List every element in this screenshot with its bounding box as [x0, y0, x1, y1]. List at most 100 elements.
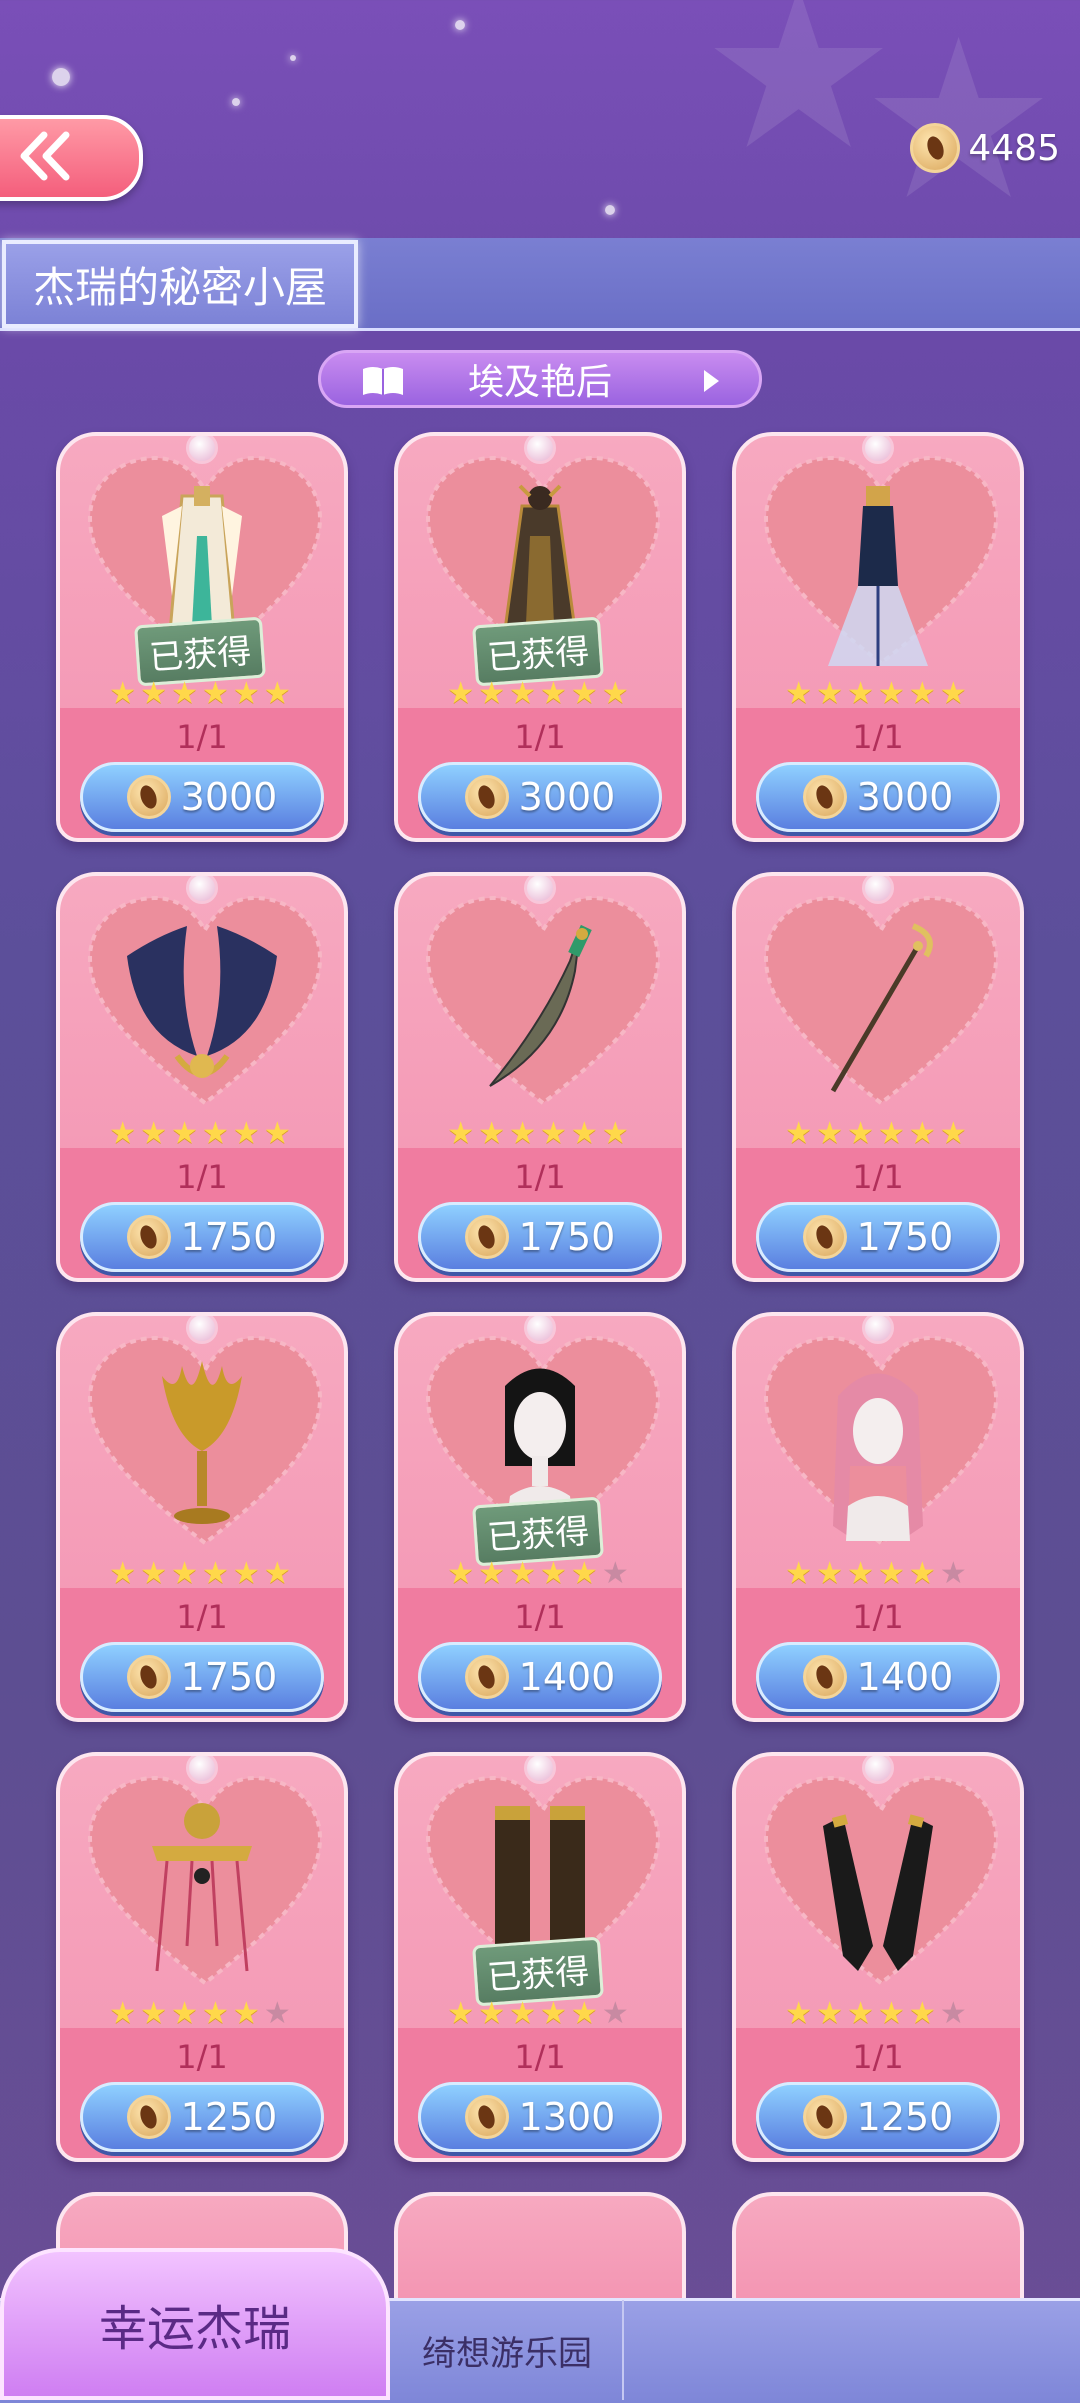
coin-icon — [802, 1215, 847, 1259]
star-filled-icon: ★ — [939, 676, 971, 711]
star-filled-icon: ★ — [878, 676, 909, 711]
star-filled-icon: ★ — [263, 1116, 295, 1151]
shop-item-card[interactable]: 已获得 ★★★★★★ 1/1 1300 — [394, 1752, 686, 2162]
buy-button[interactable]: 1750 — [80, 1642, 324, 1712]
coin-icon — [802, 1655, 847, 1699]
star-filled-icon: ★ — [785, 676, 817, 711]
tab-fantasy-park[interactable]: 绮想游乐园 — [392, 2300, 624, 2400]
wings-icon — [117, 916, 287, 1110]
star-rating: ★★★★★★ — [60, 1116, 344, 1151]
quantity-label: 1/1 — [176, 718, 228, 756]
shop-item-card[interactable]: ★★★★★★ 1/1 1250 — [732, 1752, 1024, 2162]
sparkle-decoration — [605, 205, 615, 215]
star-filled-icon: ★ — [570, 676, 602, 711]
goblet-icon — [147, 1356, 257, 1550]
star-filled-icon: ★ — [171, 676, 202, 711]
star-filled-icon: ★ — [847, 1996, 878, 2031]
coin-icon — [910, 123, 961, 173]
star-filled-icon: ★ — [171, 1996, 202, 2031]
book-icon — [363, 367, 403, 395]
star-filled-icon: ★ — [847, 1116, 878, 1151]
scimitar-icon — [470, 916, 610, 1110]
star-filled-icon: ★ — [540, 1556, 571, 1591]
quantity-label: 1/1 — [852, 2038, 904, 2076]
star-rating: ★★★★★★ — [736, 676, 1020, 711]
star-filled-icon: ★ — [878, 1116, 909, 1151]
shop-item-card[interactable]: ★★★★★★ 1/1 3000 — [732, 432, 1024, 842]
price-label: 1750 — [180, 1655, 278, 1699]
price-label: 1750 — [518, 1215, 616, 1259]
shop-item-card[interactable]: ★★★★★★ 1/1 1750 — [56, 1312, 348, 1722]
star-filled-icon: ★ — [570, 1996, 602, 2031]
star-empty-icon: ★ — [601, 1556, 633, 1591]
star-empty-icon: ★ — [263, 1996, 295, 2031]
tab-lucky-jerry[interactable]: 幸运杰瑞 — [0, 2248, 390, 2400]
back-button[interactable] — [0, 115, 143, 201]
star-rating: ★★★★★★ — [398, 1116, 682, 1151]
star-filled-icon: ★ — [816, 1556, 848, 1591]
star-filled-icon: ★ — [847, 676, 878, 711]
shop-item-card[interactable]: ★★★★★★ 1/1 1750 — [56, 872, 348, 1282]
price-label: 3000 — [518, 775, 616, 819]
buy-button[interactable]: 3000 — [418, 762, 662, 832]
star-filled-icon: ★ — [939, 1116, 971, 1151]
star-filled-icon: ★ — [908, 1116, 940, 1151]
buy-button[interactable]: 3000 — [80, 762, 324, 832]
coin-icon — [464, 2095, 509, 2139]
star-filled-icon: ★ — [263, 1556, 295, 1591]
price-label: 1250 — [180, 2095, 278, 2139]
star-filled-icon: ★ — [263, 676, 295, 711]
star-filled-icon: ★ — [785, 1556, 817, 1591]
star-filled-icon: ★ — [878, 1556, 909, 1591]
price-label: 3000 — [180, 775, 278, 819]
partial-card[interactable] — [394, 2192, 686, 2312]
partial-card[interactable] — [732, 2192, 1024, 2312]
sparkle-decoration — [52, 68, 70, 86]
shop-title-tab[interactable]: 杰瑞的秘密小屋 — [2, 240, 358, 328]
buy-button[interactable]: 1250 — [756, 2082, 1000, 2152]
coin-icon — [464, 775, 509, 819]
shop-item-card[interactable]: 已获得 ★★★★★★ 1/1 3000 — [394, 432, 686, 842]
star-filled-icon: ★ — [171, 1556, 202, 1591]
star-filled-icon: ★ — [140, 1996, 172, 2031]
dress-blue-icon — [818, 476, 938, 680]
star-rating: ★★★★★★ — [736, 1116, 1020, 1151]
star-filled-icon: ★ — [540, 1996, 571, 2031]
buy-button[interactable]: 3000 — [756, 762, 1000, 832]
coin-icon — [126, 1655, 171, 1699]
buy-button[interactable]: 1750 — [80, 1202, 324, 1272]
price-label: 1400 — [518, 1655, 616, 1699]
buy-button[interactable]: 1750 — [418, 1202, 662, 1272]
shop-item-card[interactable]: ★★★★★★ 1/1 1250 — [56, 1752, 348, 2162]
shop-item-card[interactable]: ★★★★★★ 1/1 1750 — [394, 872, 686, 1282]
quantity-label: 1/1 — [852, 1158, 904, 1196]
star-filled-icon: ★ — [601, 1116, 633, 1151]
triangle-right-icon[interactable] — [704, 370, 719, 392]
price-label: 3000 — [856, 775, 954, 819]
buy-button[interactable]: 1750 — [756, 1202, 1000, 1272]
shop-item-card[interactable]: ★★★★★★ 1/1 1750 — [732, 872, 1024, 1282]
star-rating: ★★★★★★ — [398, 1996, 682, 2031]
coin-icon — [126, 2095, 171, 2139]
staff-icon — [808, 916, 948, 1110]
star-filled-icon: ★ — [140, 676, 172, 711]
buy-button[interactable]: 1400 — [418, 1642, 662, 1712]
coin-icon — [126, 775, 171, 819]
coin-balance: 4485 — [910, 118, 1060, 178]
series-selector[interactable]: 埃及艳后 — [318, 350, 762, 408]
star-filled-icon: ★ — [202, 1556, 233, 1591]
buy-button[interactable]: 1250 — [80, 2082, 324, 2152]
gloves-icon — [803, 1796, 953, 1990]
shop-item-card[interactable]: ★★★★★★ 1/1 1400 — [732, 1312, 1024, 1722]
buy-button[interactable]: 1300 — [418, 2082, 662, 2152]
star-filled-icon: ★ — [816, 1996, 848, 2031]
shop-item-card[interactable]: 已获得 ★★★★★★ 1/1 1400 — [394, 1312, 686, 1722]
sparkle-decoration — [232, 98, 240, 106]
quantity-label: 1/1 — [514, 2038, 566, 2076]
quantity-label: 1/1 — [852, 718, 904, 756]
star-filled-icon: ★ — [570, 1556, 602, 1591]
shop-item-card[interactable]: 已获得 ★★★★★★ 1/1 3000 — [56, 432, 348, 842]
price-label: 1250 — [856, 2095, 954, 2139]
star-filled-icon: ★ — [478, 1996, 510, 2031]
buy-button[interactable]: 1400 — [756, 1642, 1000, 1712]
